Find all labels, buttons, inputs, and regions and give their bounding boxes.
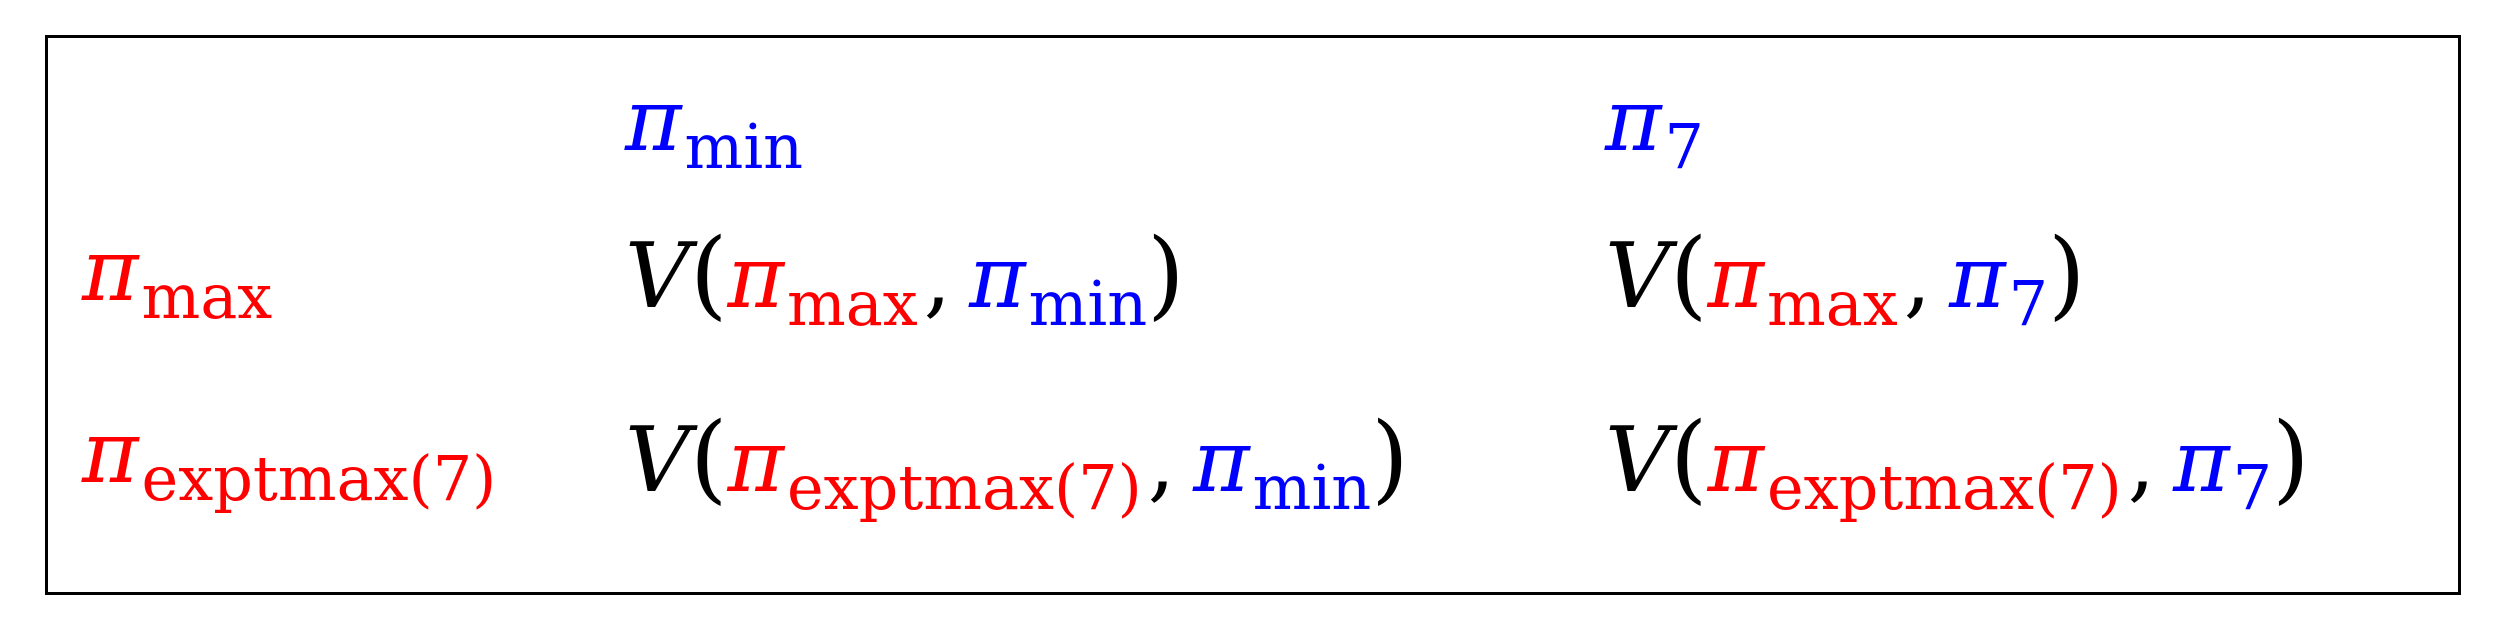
comma: ,: [923, 228, 952, 328]
row-header-pi-exptmax-7: πexptmax(7): [82, 410, 496, 510]
row-subscript: max: [141, 260, 273, 333]
comma: ,: [1147, 412, 1176, 512]
pi-symbol: π: [2173, 412, 2230, 512]
value-function: V: [1605, 408, 1670, 513]
column-subscript: 7: [2008, 267, 2049, 340]
pi-symbol: π: [1193, 412, 1250, 512]
value-function: V: [1605, 224, 1670, 329]
pi-symbol: π: [1707, 228, 1764, 328]
pi-symbol: π: [82, 221, 139, 321]
open-paren: (: [1670, 218, 1708, 330]
column-subscript: 7: [1664, 110, 1704, 183]
column-subscript: min: [1252, 451, 1372, 524]
row-subscript: max: [1766, 267, 1898, 340]
column-subscript: min: [684, 110, 804, 183]
cell-value-max-7: V(πmax, π7): [1605, 226, 2086, 335]
value-function: V: [625, 224, 690, 329]
comma: ,: [1903, 228, 1932, 328]
column-subscript: min: [1028, 267, 1148, 340]
cell-value-max-min: V(πmax, πmin): [625, 226, 1185, 335]
close-paren: ): [2272, 402, 2310, 514]
pi-symbol: π: [969, 228, 1026, 328]
open-paren: (: [690, 218, 728, 330]
column-header-pi-7: π7: [1605, 78, 1704, 178]
open-paren: (: [690, 402, 728, 514]
row-subscript: exptmax(7): [141, 442, 497, 515]
close-paren: ): [2048, 218, 2086, 330]
pi-symbol: π: [625, 71, 682, 171]
row-subscript: max: [786, 267, 918, 340]
pi-symbol: π: [1949, 228, 2006, 328]
column-subscript: 7: [2232, 451, 2273, 524]
row-subscript: exptmax(7): [1766, 451, 2122, 524]
close-paren: ): [1147, 218, 1185, 330]
pi-symbol: π: [727, 412, 784, 512]
row-header-pi-max: πmax: [82, 228, 272, 328]
close-paren: ): [1371, 402, 1409, 514]
open-paren: (: [1670, 402, 1708, 514]
value-function: V: [625, 408, 690, 513]
pi-symbol: π: [1707, 412, 1764, 512]
pi-symbol: π: [1605, 71, 1662, 171]
cell-value-exptmax-min: V(πexptmax(7), πmin): [625, 410, 1409, 519]
pi-symbol: π: [82, 403, 139, 503]
column-header-pi-min: πmin: [625, 78, 803, 178]
row-subscript: exptmax(7): [786, 451, 1142, 524]
pi-symbol: π: [727, 228, 784, 328]
comma: ,: [2127, 412, 2156, 512]
cell-value-exptmax-7: V(πexptmax(7), π7): [1605, 410, 2310, 519]
